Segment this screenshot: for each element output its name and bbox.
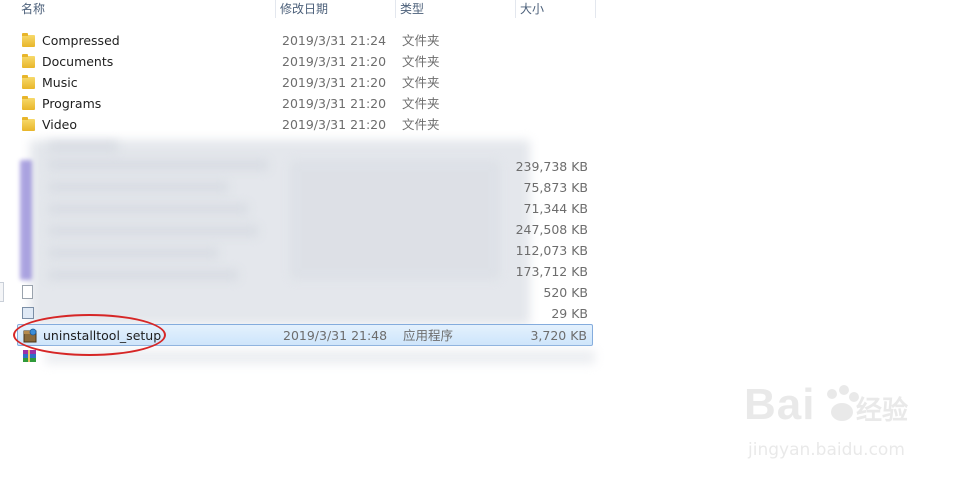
file-row-blurred[interactable]: 247,508 KB (17, 219, 593, 240)
blurred-text (48, 142, 118, 152)
folder-row-documents[interactable]: Documents 2019/3/31 21:20 文件夹 (17, 51, 593, 72)
file-row-blurred[interactable]: 71,344 KB (17, 198, 593, 219)
file-type: 文件夹 (402, 96, 440, 111)
file-date: 2019/3/31 21:20 (282, 54, 387, 69)
file-row-blurred[interactable]: 239,738 KB (17, 156, 593, 177)
column-header-size[interactable]: 大小 (516, 0, 596, 18)
file-size: 112,073 KB (515, 243, 588, 258)
file-size: 247,508 KB (515, 222, 588, 237)
file-name: Compressed (42, 33, 120, 48)
folder-icon (22, 54, 35, 68)
file-size: 3,720 KB (530, 328, 587, 343)
rar-archive-icon (22, 349, 37, 364)
folder-icon (22, 117, 35, 131)
file-size: 520 KB (543, 285, 588, 300)
folder-row-compressed[interactable]: Compressed 2019/3/31 21:24 文件夹 (17, 30, 593, 51)
file-size: 173,712 KB (515, 264, 588, 279)
watermark-url: jingyan.baidu.com (748, 440, 905, 460)
file-size: 71,344 KB (523, 201, 588, 216)
file-date: 2019/3/31 21:20 (282, 75, 387, 90)
file-name: Video (42, 117, 78, 132)
highlight-ellipse (13, 314, 166, 356)
folder-row-programs[interactable]: Programs 2019/3/31 21:20 文件夹 (17, 93, 593, 114)
file-type: 文件夹 (402, 54, 440, 69)
file-size: 239,738 KB (515, 159, 588, 174)
column-header-type[interactable]: 类型 (396, 0, 516, 18)
file-date: 2019/3/31 21:20 (282, 96, 387, 111)
folder-row-video[interactable]: Video 2019/3/31 21:20 文件夹 (17, 114, 593, 135)
column-header-bar: 名称 修改日期 类型 大小 (0, 0, 597, 18)
file-type: 文件夹 (402, 33, 440, 48)
file-row-blurred[interactable]: 173,712 KB (17, 261, 593, 282)
watermark-brand: Bai (744, 380, 816, 429)
column-header-date[interactable]: 修改日期 (276, 0, 396, 18)
file-size: 75,873 KB (523, 180, 588, 195)
document-icon (22, 285, 33, 299)
baidu-jingyan-watermark: Bai 经验 jingyan.baidu.com (744, 380, 944, 470)
file-name: Music (42, 75, 78, 90)
file-date: 2019/3/31 21:20 (282, 117, 387, 132)
folder-row-music[interactable]: Music 2019/3/31 21:20 文件夹 (17, 72, 593, 93)
file-name: Programs (42, 96, 102, 111)
file-date: 2019/3/31 21:48 (283, 328, 388, 343)
file-row-blurred[interactable]: 75,873 KB (17, 177, 593, 198)
file-row-blurred[interactable]: 112,073 KB (17, 240, 593, 261)
folder-icon (22, 96, 35, 110)
file-name: Documents (42, 54, 114, 69)
folder-icon (22, 75, 35, 89)
file-size: 29 KB (551, 306, 588, 321)
folder-icon (22, 33, 35, 47)
file-row-blurred[interactable]: 520 KB (17, 282, 593, 303)
file-date: 2019/3/31 21:24 (282, 33, 387, 48)
file-type: 应用程序 (403, 328, 454, 343)
column-header-name[interactable]: 名称 (17, 0, 276, 18)
file-type: 文件夹 (402, 75, 440, 90)
paw-icon (827, 385, 859, 421)
image-file-icon (22, 307, 34, 319)
file-type: 文件夹 (402, 117, 440, 132)
watermark-cn: 经验 (856, 396, 909, 426)
scrollbar-edge[interactable] (0, 282, 4, 302)
